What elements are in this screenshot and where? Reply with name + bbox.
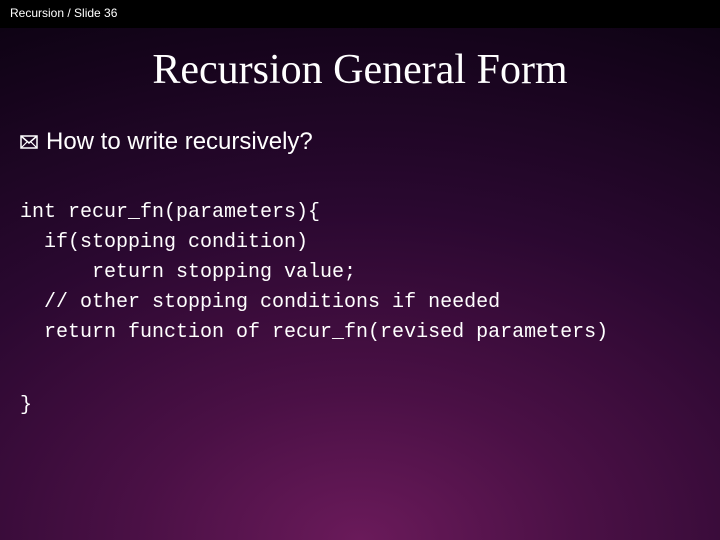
slide-title: Recursion General Form — [0, 46, 720, 94]
envelope-icon — [20, 133, 38, 151]
code-block: int recur_fn(parameters){ if(stopping co… — [20, 198, 608, 348]
bullet-item: How to write recursively? — [20, 128, 313, 156]
code-close-brace: } — [20, 394, 32, 417]
breadcrumb: Recursion / Slide 36 — [10, 6, 117, 20]
slide-header: Recursion / Slide 36 — [0, 0, 720, 28]
bullet-text: How to write recursively? — [46, 128, 313, 156]
